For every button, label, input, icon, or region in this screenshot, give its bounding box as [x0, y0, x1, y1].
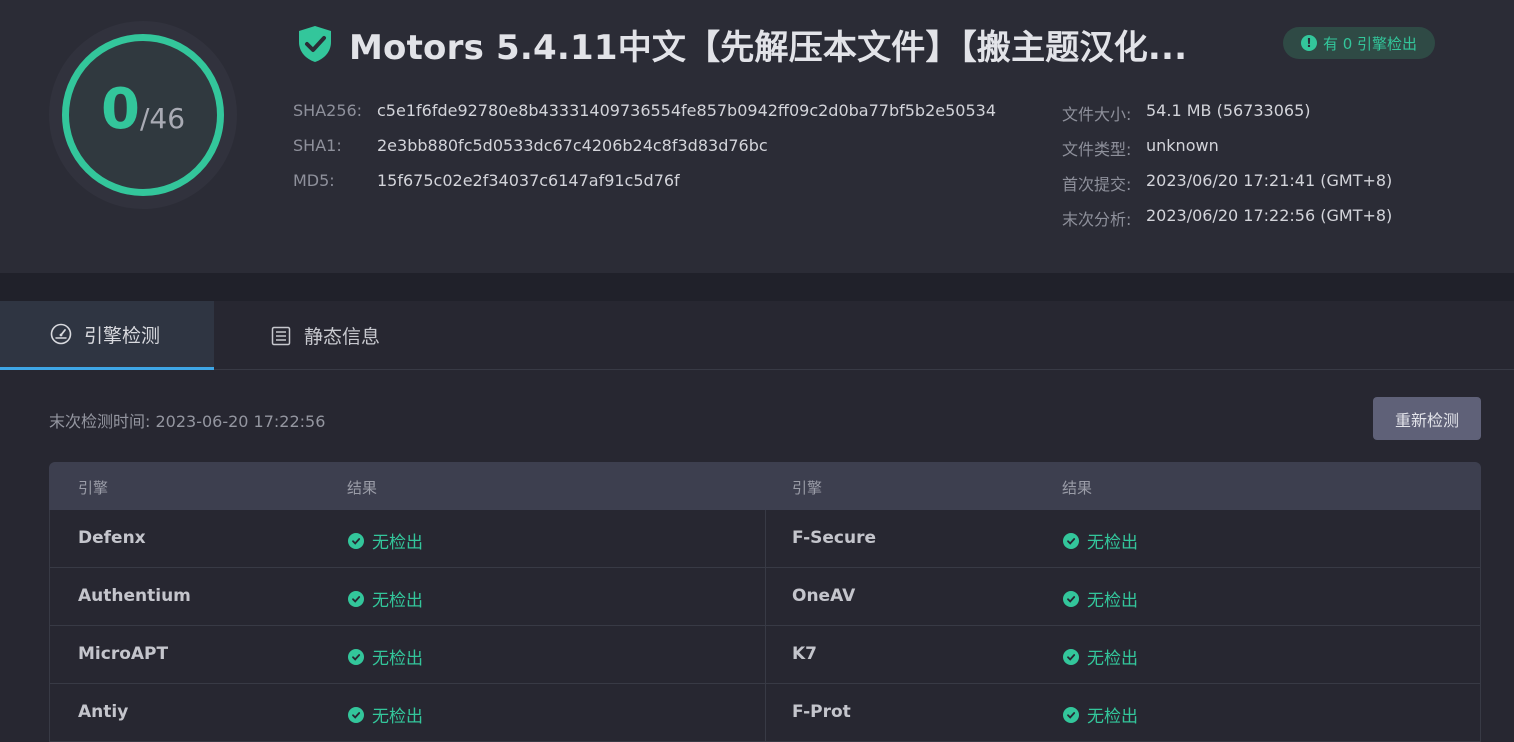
first-submitted-row: 首次提交: 2023/06/20 17:21:41 (GMT+8) [1062, 171, 1392, 195]
header-result-right: 结果 [1062, 479, 1093, 497]
check-circle-icon [1063, 706, 1079, 723]
result-text: 无检出 [372, 707, 423, 727]
md5-label: MD5: [293, 171, 335, 190]
result-text: 无检出 [372, 649, 423, 669]
md5-row: MD5: 15f675c02e2f34037c6147af91c5d76f [293, 171, 680, 190]
table-row: MicroAPT 无检出 K7 无检出 [49, 626, 1481, 684]
detected-count: 0 [100, 77, 140, 142]
list-icon [271, 326, 291, 345]
last-analyzed-label: 末次分析: [1062, 210, 1132, 229]
first-submitted-label: 首次提交: [1062, 175, 1132, 194]
file-type-row: 文件类型: unknown [1062, 136, 1219, 160]
tab-engine-detection-label: 引擎检测 [84, 324, 161, 347]
file-title-row: Motors 5.4.11中文【先解压本文件】【搬主题汉化... [297, 24, 1187, 68]
result-text: 无检出 [372, 533, 423, 553]
file-size-row: 文件大小: 54.1 MB (56733065) [1062, 101, 1311, 125]
result-cell: 无检出 [348, 702, 423, 727]
result-text: 无检出 [1087, 591, 1138, 611]
detection-status-badge: ! 有 0 引擎检出 [1283, 27, 1435, 59]
rescan-button[interactable]: 重新检测 [1373, 397, 1481, 440]
engine-name: Defenx [78, 528, 146, 548]
table-row: Authentium 无检出 OneAV 无检出 [49, 568, 1481, 626]
tab-static-info-label: 静态信息 [304, 326, 381, 348]
result-text: 无检出 [1087, 533, 1138, 553]
table-header: 引擎 结果 引擎 结果 [49, 462, 1481, 510]
section-divider [0, 273, 1514, 301]
engine-name: OneAV [792, 586, 856, 606]
result-cell: 无检出 [1063, 644, 1138, 669]
result-text: 无检出 [1087, 707, 1138, 727]
first-submitted-value: 2023/06/20 17:21:41 (GMT+8) [1146, 171, 1393, 190]
engine-name: F-Secure [792, 528, 877, 548]
result-cell: 无检出 [348, 528, 423, 553]
tab-bar: 引擎检测 静态信息 [0, 301, 1514, 370]
last-analyzed-value: 2023/06/20 17:22:56 (GMT+8) [1146, 206, 1393, 225]
check-circle-icon [1063, 532, 1079, 549]
check-circle-icon [348, 706, 364, 723]
file-type-value: unknown [1146, 136, 1219, 155]
engine-results-table: 引擎 结果 引擎 结果 Defenx 无检出 F-Secure 无检出 Auth… [49, 462, 1481, 742]
engine-name: Authentium [78, 586, 191, 606]
check-circle-icon [1063, 590, 1079, 607]
check-circle-icon [348, 648, 364, 665]
md5-value: 15f675c02e2f34037c6147af91c5d76f [377, 171, 680, 190]
detection-status-text: 有 0 引擎检出 [1322, 34, 1418, 53]
tab-static-info[interactable]: 静态信息 [214, 301, 414, 370]
file-name-title: Motors 5.4.11中文【先解压本文件】【搬主题汉化... [349, 27, 1188, 68]
result-text: 无检出 [372, 591, 423, 611]
engine-name: K7 [792, 644, 818, 664]
check-circle-icon [348, 532, 364, 549]
table-row: Defenx 无检出 F-Secure 无检出 [49, 510, 1481, 568]
sha1-row: SHA1: 2e3bb880fc5d0533dc67c4206b24c8f3d8… [293, 136, 768, 155]
sha256-value: c5e1f6fde92780e8b43331409736554fe857b094… [377, 101, 996, 120]
file-size-label: 文件大小: [1062, 105, 1132, 124]
tab-engine-detection[interactable]: 引擎检测 [0, 301, 214, 370]
sha256-label: SHA256: [293, 101, 363, 120]
result-cell: 无检出 [1063, 528, 1138, 553]
last-analyzed-row: 末次分析: 2023/06/20 17:22:56 (GMT+8) [1062, 206, 1392, 230]
header-engine-right: 引擎 [792, 479, 823, 497]
last-scan-time: 末次检测时间: 2023-06-20 17:22:56 [49, 412, 326, 431]
engine-name: Antiy [78, 702, 129, 722]
file-size-value: 54.1 MB (56733065) [1146, 101, 1311, 120]
header-engine: 引擎 [78, 479, 109, 497]
sha256-row: SHA256: c5e1f6fde92780e8b43331409736554f… [293, 101, 996, 120]
result-cell: 无检出 [1063, 586, 1138, 611]
engine-name: F-Prot [792, 702, 851, 722]
result-cell: 无检出 [348, 586, 423, 611]
detection-score: 0 /46 [62, 34, 224, 196]
file-type-label: 文件类型: [1062, 140, 1132, 159]
table-row: Antiy 无检出 F-Prot 无检出 [49, 684, 1481, 742]
sha1-value: 2e3bb880fc5d0533dc67c4206b24c8f3d83d76bc [377, 136, 768, 155]
result-cell: 无检出 [1063, 702, 1138, 727]
engine-name: MicroAPT [78, 644, 169, 664]
check-circle-icon [1063, 648, 1079, 665]
result-cell: 无检出 [348, 644, 423, 669]
engine-total: /46 [139, 102, 186, 135]
header-result: 结果 [347, 479, 378, 497]
shield-check-icon [299, 26, 331, 62]
sha1-label: SHA1: [293, 136, 342, 155]
speedometer-icon [50, 323, 72, 345]
result-text: 无检出 [1087, 649, 1138, 669]
alert-icon: ! [1300, 35, 1317, 51]
check-circle-icon [348, 590, 364, 607]
